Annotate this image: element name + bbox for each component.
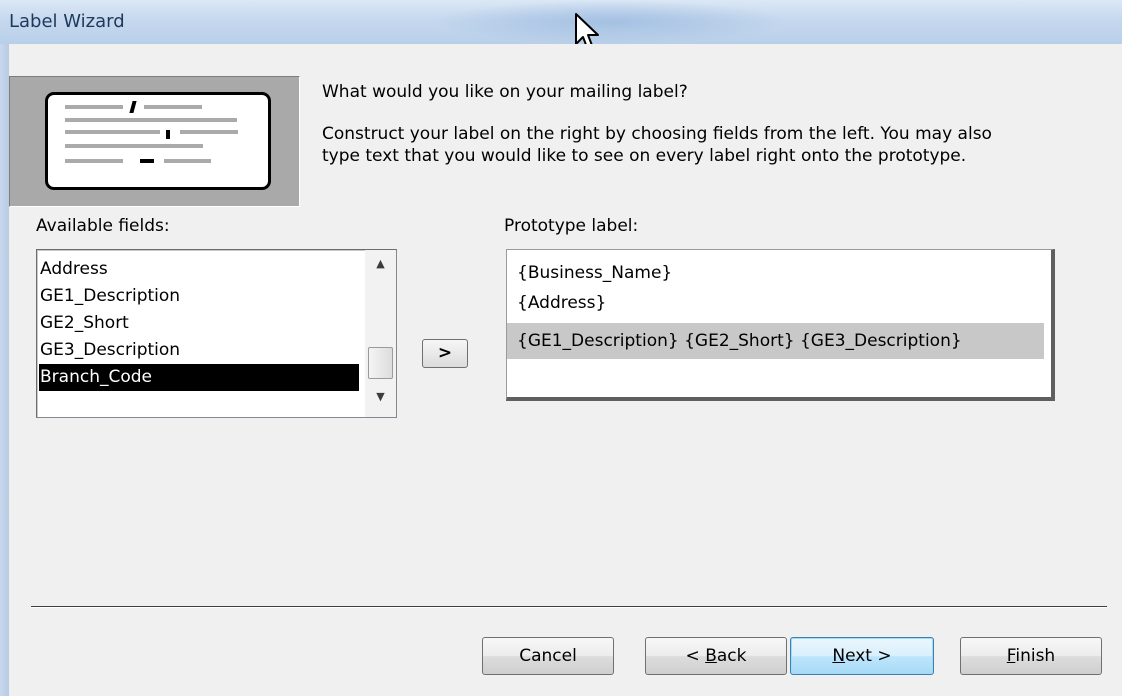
scroll-down-arrow-icon[interactable]: ▼ xyxy=(365,385,396,409)
prototype-label-box[interactable]: {Business_Name} {Address} {GE1_Descripti… xyxy=(506,249,1055,401)
scroll-up-arrow-icon[interactable]: ▲ xyxy=(365,252,396,276)
back-button-mnemonic: B xyxy=(705,646,717,666)
back-button-prefix: < xyxy=(685,646,706,666)
next-button[interactable]: Next > xyxy=(790,637,934,675)
cancel-button[interactable]: Cancel xyxy=(482,637,614,675)
add-field-button[interactable]: > xyxy=(422,339,468,368)
window-frame-left xyxy=(0,44,9,696)
back-button[interactable]: < Back xyxy=(645,637,787,675)
dialog-client-area: What would you like on your mailing labe… xyxy=(9,44,1122,696)
button-divider xyxy=(31,606,1107,608)
label-card-graphic xyxy=(45,92,271,190)
prototype-line-highlighted[interactable]: {GE1_Description} {GE2_Short} {GE3_Descr… xyxy=(507,323,1044,359)
finish-button-rest: inish xyxy=(1015,646,1056,666)
scroll-thumb[interactable] xyxy=(368,347,393,379)
list-item-selected[interactable]: Branch_Code xyxy=(39,364,359,391)
back-button-rest: ack xyxy=(716,646,747,666)
list-item[interactable]: GE1_Description xyxy=(39,283,359,310)
available-fields-label: Available fields: xyxy=(36,216,170,236)
label-illustration-icon xyxy=(9,76,300,207)
window-title: Label Wizard xyxy=(9,11,125,32)
title-bar[interactable]: Label Wizard xyxy=(0,0,1122,51)
prototype-line[interactable]: {Address} xyxy=(507,285,606,321)
list-scrollbar[interactable]: ▲ ▼ xyxy=(365,250,396,417)
wizard-question: What would you like on your mailing labe… xyxy=(322,82,688,102)
wizard-instruction-line-2: type text that you would like to see on … xyxy=(322,146,967,166)
wizard-instruction-line-1: Construct your label on the right by cho… xyxy=(322,124,992,144)
next-button-mnemonic: N xyxy=(832,646,846,666)
list-item[interactable]: GE3_Description xyxy=(39,337,359,364)
list-item[interactable]: Address xyxy=(39,256,359,283)
next-button-rest: ext > xyxy=(845,646,892,666)
title-bar-glow xyxy=(430,0,790,44)
available-fields-list[interactable]: Address GE1_Description GE2_Short GE3_De… xyxy=(36,249,397,418)
finish-button[interactable]: Finish xyxy=(960,637,1102,675)
list-item[interactable]: GE2_Short xyxy=(39,310,359,337)
prototype-label-heading: Prototype label: xyxy=(504,216,639,236)
